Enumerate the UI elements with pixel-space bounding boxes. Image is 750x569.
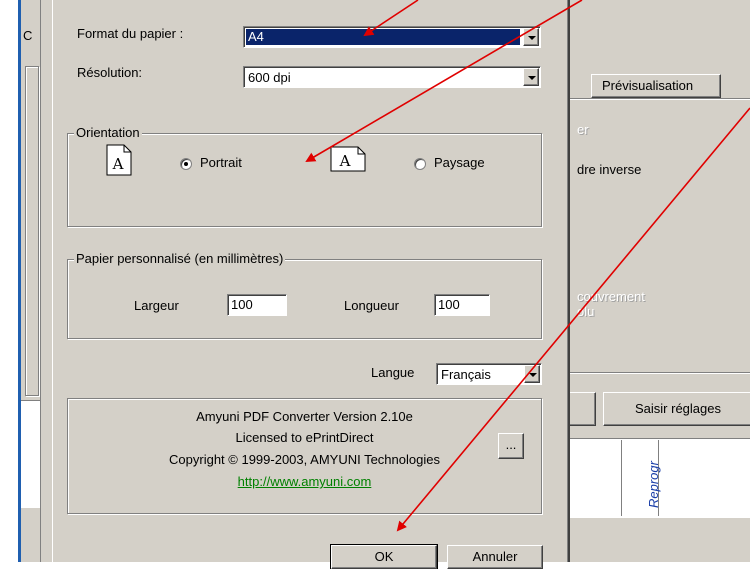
dropdown-arrow-icon	[529, 373, 537, 377]
resolution-label: Résolution:	[77, 65, 143, 80]
amyuni-website-link[interactable]: http://www.amyuni.com	[238, 474, 372, 489]
left-fragment-label: C	[23, 28, 33, 43]
language-select-value: Français	[441, 367, 491, 382]
landscape-page-icon: A	[330, 146, 366, 172]
faded-label-1: er	[577, 122, 589, 137]
tab-previsualisation-label: Prévisualisation	[602, 78, 694, 93]
width-input[interactable]: 100	[227, 294, 287, 316]
width-input-value: 100	[231, 297, 253, 312]
more-info-button[interactable]: ...	[498, 433, 524, 459]
landscape-radio[interactable]	[414, 158, 426, 170]
tab-previsualisation[interactable]: Prévisualisation	[591, 74, 721, 98]
option-label-inverse: dre inverse	[577, 162, 642, 177]
vertical-text-cell: Reprogr	[621, 440, 661, 516]
orientation-group: Orientation A Portrait A Paysage	[67, 125, 542, 227]
language-dropdown-button[interactable]	[524, 365, 540, 383]
left-panel-edge	[25, 66, 39, 396]
width-label: Largeur	[134, 298, 179, 313]
resolution-select[interactable]: 600 dpi	[243, 66, 541, 88]
length-label: Longueur	[344, 298, 399, 313]
landscape-label[interactable]: Paysage	[434, 155, 485, 170]
portrait-label[interactable]: Portrait	[200, 155, 242, 170]
ok-button[interactable]: OK	[330, 544, 438, 569]
about-line-license: Licensed to ePrintDirect	[235, 430, 374, 445]
length-input[interactable]: 100	[434, 294, 490, 316]
about-line-version: Amyuni PDF Converter Version 2.10e	[196, 409, 413, 424]
dropdown-arrow-icon	[528, 76, 536, 80]
faded-label-recouvrement: couvrement	[577, 289, 645, 304]
format-label: Format du papier :	[77, 26, 184, 41]
resolution-select-value: 600 dpi	[248, 70, 291, 85]
about-line-copyright: Copyright © 1999-2003, AMYUNI Technologi…	[169, 452, 440, 467]
svg-text:A: A	[112, 155, 124, 173]
format-select-value: A4	[246, 29, 520, 45]
saisir-reglages-button[interactable]: Saisir réglages	[603, 392, 750, 426]
saisir-reglages-label: Saisir réglages	[635, 401, 721, 416]
svg-text:A: A	[339, 152, 351, 170]
orientation-legend: Orientation	[74, 125, 142, 140]
format-select[interactable]: A4	[243, 26, 541, 48]
cancel-button[interactable]: Annuler	[447, 545, 543, 569]
pdf-converter-dialog: Format du papier : A4 Résolution: 600 dp…	[52, 0, 570, 569]
format-dropdown-button[interactable]	[523, 28, 539, 46]
portrait-page-icon: A	[106, 144, 132, 176]
faded-label-olu: olu	[577, 304, 595, 319]
vertical-text: Reprogr	[646, 461, 661, 508]
dropdown-arrow-icon	[528, 36, 536, 40]
portrait-radio[interactable]	[180, 158, 192, 170]
about-panel: Amyuni PDF Converter Version 2.10e Licen…	[67, 398, 542, 514]
custom-paper-legend: Papier personnalisé (en millimètres)	[74, 251, 286, 266]
language-select[interactable]: Français	[436, 363, 542, 385]
language-label: Langue	[371, 365, 415, 380]
length-input-value: 100	[438, 297, 460, 312]
custom-paper-group: Papier personnalisé (en millimètres) Lar…	[67, 251, 542, 339]
more-info-label: ...	[505, 437, 517, 452]
options-panel	[561, 98, 750, 373]
resolution-dropdown-button[interactable]	[523, 68, 539, 86]
